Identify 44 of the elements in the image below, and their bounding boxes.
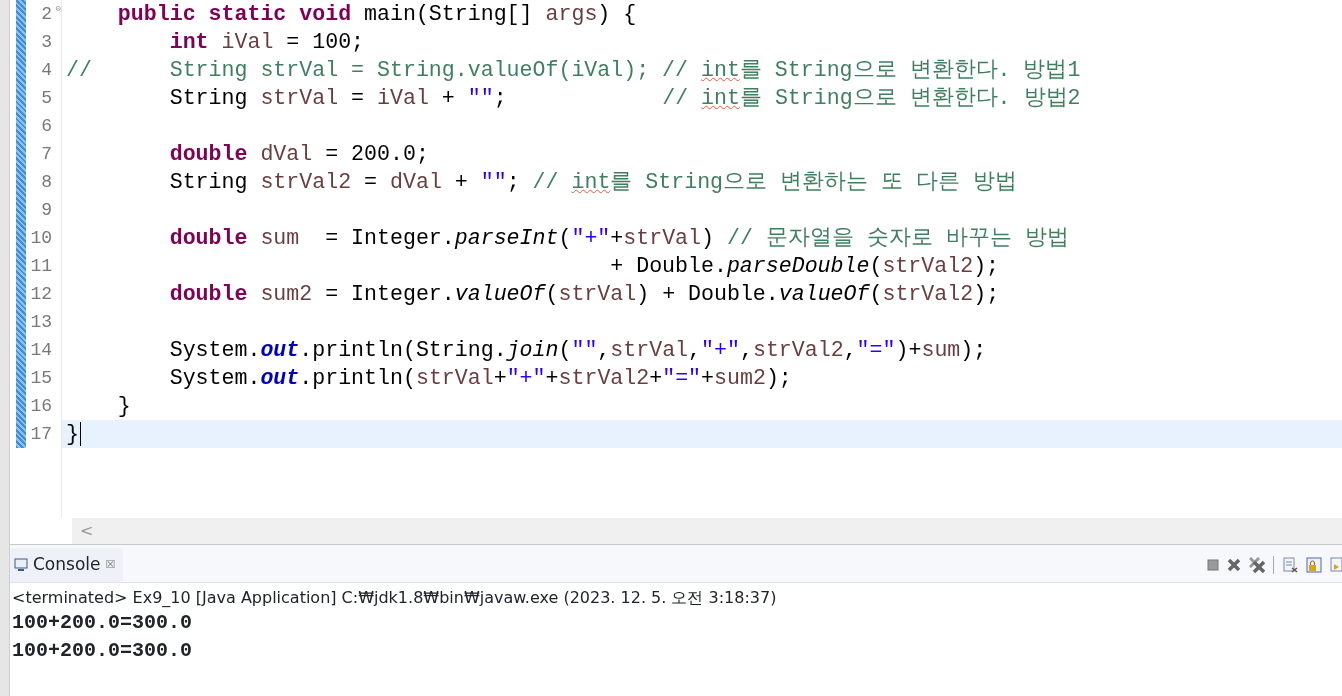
code-line: + Double.parseDouble(strVal2);	[609, 253, 1000, 280]
code-line: public static void main(String[] args) {	[116, 1, 637, 28]
code-line: }	[116, 393, 131, 420]
code-line: double sum2 = Integer.valueOf(strVal) + Double.valueOf(strVal2);	[168, 281, 1000, 308]
line-number: 15	[30, 368, 52, 388]
code-line: System.out.println(strVal+"+"+strVal2+"="+sum2);	[168, 365, 792, 392]
fold-toggle[interactable]: ⊝	[55, 4, 61, 14]
horizontal-scrollbar[interactable]: <	[72, 518, 1342, 544]
line-number: 17	[30, 424, 52, 444]
console-tab[interactable]: Console ☒	[10, 548, 124, 582]
line-number: 10	[30, 228, 52, 248]
line-number: 7	[41, 144, 52, 164]
line-number: 3	[41, 32, 52, 52]
line-number: 8	[41, 172, 52, 192]
remove-all-icon[interactable]	[1249, 557, 1265, 573]
stop-icon[interactable]	[1207, 559, 1219, 571]
line-number: 4	[41, 60, 52, 80]
scroll-left-arrow[interactable]: <	[72, 519, 94, 543]
code-line: double sum = Integer.parseInt("+"+strVal) // 문자열을 숫자로 바꾸는 방법	[168, 225, 1069, 252]
code-line: System.out.println(String.join("",strVal,"+",strVal2,"=")+sum);	[168, 337, 987, 364]
line-number: 6	[41, 116, 52, 136]
close-tab-icon[interactable]: ☒	[105, 556, 116, 574]
code-line: String strVal2 = dVal + ""; // int를 String으로 변환하는 또 다른 방법	[168, 169, 1017, 196]
line-number: 16	[30, 396, 52, 416]
code-line: double dVal = 200.0;	[168, 141, 429, 168]
tab-label: Console	[33, 553, 101, 577]
line-number: 13	[30, 312, 52, 332]
line-number: 14	[30, 340, 52, 360]
code-line: String strVal = iVal + ""; // int를 String으로 변환한다. 방법2	[168, 85, 1081, 112]
code-line: int iVal = 100;	[168, 29, 365, 56]
code-line: // String strVal = String.valueOf(iVal); // int를 String으로 변환한다. 방법1	[65, 57, 1081, 84]
document-icon[interactable]	[1282, 557, 1298, 573]
console-output-line: 100+200.0=300.0	[11, 638, 194, 664]
monitor-icon	[14, 558, 28, 572]
line-number: 5	[41, 88, 52, 108]
line-number: 9	[41, 200, 52, 220]
line-number: 12	[30, 284, 52, 304]
line-number: 11	[30, 256, 52, 276]
console-status: <terminated> Ex9_10 [Java Application] C:₩jdk1.8₩bin₩javaw.exe (2023. 12. 5. 오전 3:18:37)	[11, 587, 778, 609]
remove-icon[interactable]	[1227, 558, 1241, 572]
line-number: 2	[41, 4, 52, 24]
code-line: }	[65, 421, 81, 448]
lock-icon[interactable]	[1306, 557, 1322, 573]
console-output-line: 100+200.0=300.0	[11, 610, 194, 636]
